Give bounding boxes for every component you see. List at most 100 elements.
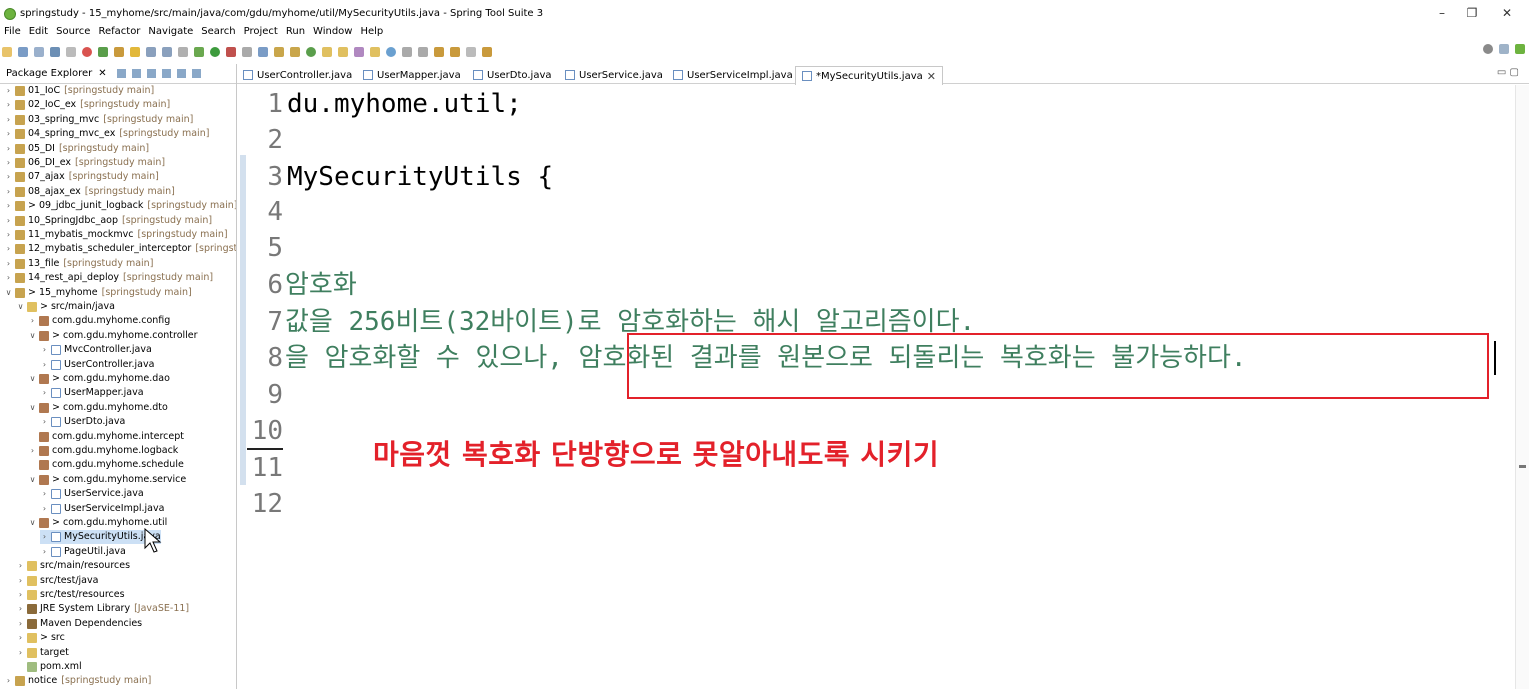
restore-button[interactable]: ❐ — [1462, 6, 1482, 20]
collapsed-chevron-icon[interactable]: › — [4, 271, 13, 285]
tree-item[interactable]: › 08_ajax_ex [springstudy main] — [4, 185, 175, 199]
collapsed-chevron-icon[interactable]: › — [4, 242, 13, 256]
expanded-chevron-icon[interactable]: ∨ — [28, 516, 37, 530]
tree-item[interactable]: › src/test/java — [16, 574, 98, 588]
collapsed-chevron-icon[interactable]: › — [16, 646, 25, 660]
collapsed-chevron-icon[interactable]: › — [4, 156, 13, 170]
collapsed-chevron-icon[interactable]: › — [4, 127, 13, 141]
collapse-all-icon[interactable] — [116, 69, 126, 78]
tree-item[interactable]: › src/test/resources — [16, 588, 125, 602]
collapsed-chevron-icon[interactable]: › — [4, 170, 13, 184]
collapsed-chevron-icon[interactable]: › — [28, 444, 37, 458]
tab-userservice[interactable]: UserService.java — [565, 67, 663, 83]
link-with-editor-icon[interactable] — [131, 69, 141, 78]
tab-usercontroller[interactable]: UserController.java — [243, 67, 352, 83]
tree-item[interactable]: com.gdu.myhome.schedule — [28, 458, 184, 472]
collapsed-chevron-icon[interactable]: › — [4, 98, 13, 112]
coverage-icon[interactable] — [226, 46, 236, 57]
paragraph-icon[interactable] — [178, 46, 188, 57]
tree-item[interactable]: › 12_mybatis_scheduler_interceptor [spring… — [4, 242, 236, 256]
next-annotation-icon[interactable] — [402, 46, 412, 57]
tree-item[interactable]: › com.gdu.myhome.config — [28, 314, 170, 328]
tab-userdto[interactable]: UserDto.java — [473, 67, 552, 83]
collapsed-chevron-icon[interactable]: › — [4, 257, 13, 271]
save-icon[interactable] — [18, 46, 28, 57]
close-window-button[interactable]: ✕ — [1497, 6, 1517, 20]
new-class-icon[interactable] — [290, 46, 300, 57]
editor-minmax-icon[interactable]: ▭ ▢ — [1497, 67, 1519, 78]
tree-item[interactable]: ∨ > 15_myhome [springstudy main] — [4, 286, 192, 300]
collapsed-chevron-icon[interactable]: › — [16, 602, 25, 616]
open-project-icon[interactable] — [338, 46, 348, 57]
collapsed-chevron-icon[interactable]: › — [4, 185, 13, 199]
collapsed-chevron-icon[interactable]: › — [4, 113, 13, 127]
tree-item[interactable]: › UserDto.java — [40, 415, 125, 429]
tree-item[interactable]: › 10_SpringJdbc_aop [springstudy main] — [4, 214, 212, 228]
tree-item[interactable]: pom.xml — [16, 660, 82, 674]
expanded-chevron-icon[interactable]: ∨ — [16, 300, 25, 314]
menu-help[interactable]: Help — [356, 26, 387, 40]
menu-project[interactable]: Project — [240, 26, 282, 40]
minimize-button[interactable]: – — [1432, 6, 1452, 20]
tree-item[interactable]: › MvcController.java — [40, 343, 152, 357]
code-editor[interactable]: 1 2 3 4 5 6 7 8 9 10 11 12 du.myhome.uti… — [237, 85, 1529, 689]
filter-icon[interactable] — [146, 69, 156, 78]
skip-breakpoints-icon[interactable] — [66, 46, 76, 57]
menu-navigate[interactable]: Navigate — [144, 26, 197, 40]
tree-item[interactable]: › 14_rest_api_deploy [springstudy main] — [4, 271, 213, 285]
highlight-icon[interactable] — [130, 46, 140, 57]
menu-search[interactable]: Search — [197, 26, 239, 40]
package-explorer-close[interactable]: ✕ — [98, 68, 106, 79]
save-all-icon[interactable] — [34, 46, 44, 57]
tab-mysecurityutils[interactable]: *MySecurityUtils.java ✕ — [795, 66, 943, 85]
tree-item[interactable]: › 01_IoC [springstudy main] — [4, 84, 154, 98]
collapsed-chevron-icon[interactable]: › — [40, 358, 49, 372]
pin-icon[interactable] — [114, 46, 124, 57]
menu-source[interactable]: Source — [52, 26, 94, 40]
tree-item[interactable]: ∨ > src/main/java — [16, 300, 115, 314]
new-icon[interactable] — [2, 46, 12, 57]
minimize-view-icon[interactable] — [176, 69, 186, 78]
tree-item[interactable]: › 05_DI [springstudy main] — [4, 142, 149, 156]
open-folder-icon[interactable] — [322, 46, 332, 57]
open-type-icon[interactable] — [258, 46, 268, 57]
tree-item[interactable]: › UserController.java — [40, 358, 154, 372]
prev-annotation-icon[interactable] — [418, 46, 428, 57]
tree-item[interactable]: ∨ > com.gdu.myhome.dto — [28, 401, 168, 415]
tree-item[interactable]: › 02_IoC_ex [springstudy main] — [4, 98, 170, 112]
tree-item[interactable]: ∨ > com.gdu.myhome.controller — [28, 329, 198, 343]
tree-item[interactable]: › PageUtil.java — [40, 545, 126, 559]
tree-item[interactable]: com.gdu.myhome.intercept — [28, 430, 184, 444]
new-spring-icon[interactable] — [306, 46, 316, 57]
expanded-chevron-icon[interactable]: ∨ — [28, 473, 37, 487]
collapsed-chevron-icon[interactable]: › — [16, 588, 25, 602]
collapsed-chevron-icon[interactable]: › — [4, 228, 13, 242]
expanded-chevron-icon[interactable]: ∨ — [28, 372, 37, 386]
stop-icon[interactable] — [82, 46, 92, 57]
last-edit-icon[interactable] — [434, 46, 444, 57]
tree-item[interactable]: › 11_mybatis_mockmvc [springstudy main] — [4, 228, 228, 242]
expanded-chevron-icon[interactable]: ∨ — [28, 329, 37, 343]
view-menu-icon[interactable] — [161, 69, 171, 78]
pin-editor-icon[interactable] — [482, 46, 492, 57]
collapsed-chevron-icon[interactable]: › — [40, 530, 49, 544]
terminal-icon[interactable] — [50, 46, 60, 57]
globe-icon[interactable] — [386, 46, 396, 57]
tree-item[interactable]: › 13_file [springstudy main] — [4, 257, 153, 271]
show-whitespace-icon[interactable] — [146, 46, 156, 57]
tree-item[interactable]: › UserServiceImpl.java — [40, 502, 164, 516]
collapsed-chevron-icon[interactable]: › — [4, 199, 13, 213]
tree-item[interactable]: ∨ > com.gdu.myhome.service — [28, 473, 186, 487]
tree-item[interactable]: › UserService.java — [40, 487, 144, 501]
spring-perspective-icon[interactable] — [1515, 44, 1525, 54]
collapsed-chevron-icon[interactable]: › — [40, 545, 49, 559]
tab-userserviceimpl[interactable]: UserServiceImpl.java — [673, 67, 793, 83]
new-package-icon[interactable] — [274, 46, 284, 57]
collapsed-chevron-icon[interactable]: › — [40, 386, 49, 400]
menu-refactor[interactable]: Refactor — [94, 26, 144, 40]
tree-item[interactable]: › 04_spring_mvc_ex [springstudy main] — [4, 127, 209, 141]
package-explorer-title[interactable]: Package Explorer — [6, 68, 92, 79]
back-icon[interactable] — [450, 46, 460, 57]
maximize-view-icon[interactable] — [191, 69, 201, 78]
open-perspective-icon[interactable] — [1499, 44, 1509, 54]
